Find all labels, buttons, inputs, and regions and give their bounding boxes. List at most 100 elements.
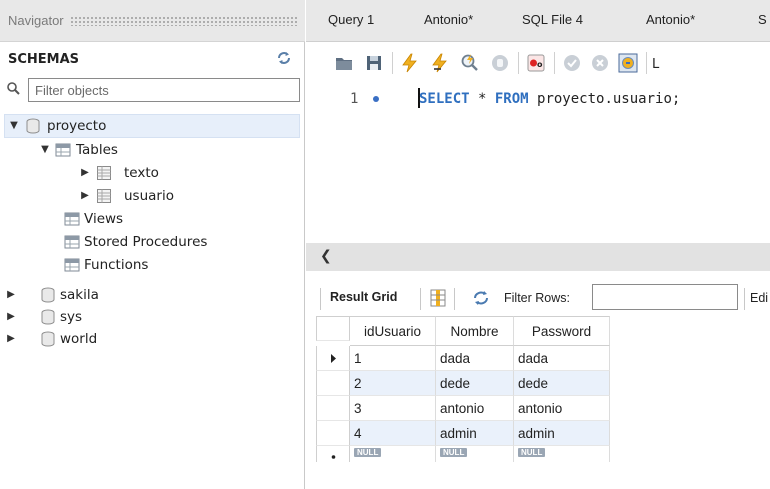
tree-item-proyecto[interactable]: ▼ proyecto xyxy=(4,114,300,138)
search-icon xyxy=(6,80,22,98)
refresh-icon[interactable] xyxy=(276,50,292,66)
navigator-title: Navigator xyxy=(8,13,64,28)
tab-query-1[interactable]: Query 1 xyxy=(328,12,374,27)
table-icon xyxy=(96,188,112,204)
table-icon xyxy=(96,165,112,181)
table-cell[interactable]: 4 xyxy=(350,421,436,446)
tab-antonio-2[interactable]: Antonio* xyxy=(646,12,695,27)
table-cell[interactable]: antonio xyxy=(514,396,610,421)
toggle-error-icon[interactable]: o xyxy=(526,53,546,73)
rollback-icon[interactable] xyxy=(590,53,610,73)
horizontal-scrollbar[interactable]: ❮ xyxy=(306,243,770,271)
stop-icon[interactable] xyxy=(490,53,510,73)
svg-text:L: L xyxy=(652,57,660,72)
sql-editor[interactable]: 1 SELECT * FROM proyecto.usuario; xyxy=(306,82,770,242)
tree-item-label: texto xyxy=(124,165,159,181)
row-marker-header xyxy=(316,316,350,341)
collapse-arrow-icon[interactable]: ▼ xyxy=(40,139,50,161)
keyword-from: FROM xyxy=(494,91,529,107)
expand-arrow-icon[interactable]: ▶ xyxy=(6,328,16,350)
svg-text:o: o xyxy=(537,60,543,69)
line-number: 1 xyxy=(350,91,359,107)
table-cell[interactable]: dede xyxy=(514,371,610,396)
database-icon xyxy=(40,309,56,325)
result-grid-label[interactable]: Result Grid xyxy=(330,290,397,304)
commit-icon[interactable] xyxy=(562,53,582,73)
limit-icon[interactable]: L xyxy=(652,53,666,73)
tree-item-tables[interactable]: ▼ Tables xyxy=(0,139,300,161)
database-icon xyxy=(25,118,41,134)
schemas-label: SCHEMAS xyxy=(8,52,80,67)
table-cell[interactable]: admin xyxy=(436,421,514,446)
tree-item-views[interactable]: Views xyxy=(0,208,300,230)
execute-current-icon[interactable] xyxy=(430,53,450,73)
filter-objects xyxy=(6,76,300,104)
tree-item-texto[interactable]: ▶ texto xyxy=(0,162,300,184)
table-cell[interactable]: antonio xyxy=(436,396,514,421)
row-marker[interactable] xyxy=(316,371,350,396)
keyword-select: SELECT xyxy=(419,91,470,107)
explain-icon[interactable] xyxy=(460,53,480,73)
tree-item-sys[interactable]: ▶ sys xyxy=(0,306,300,328)
expand-arrow-icon[interactable]: ▶ xyxy=(80,185,90,207)
tree-item-label: Tables xyxy=(76,142,118,158)
tab-overflow[interactable]: S xyxy=(758,12,767,27)
tree-item-label: world xyxy=(60,331,98,347)
table-cell[interactable]: 2 xyxy=(350,371,436,396)
expand-arrow-icon[interactable]: ▶ xyxy=(6,306,16,328)
null-cell[interactable]: NULL xyxy=(350,446,436,462)
database-icon xyxy=(40,287,56,303)
tree-item-functions[interactable]: Functions xyxy=(0,254,300,276)
table-reference: proyecto.usuario; xyxy=(528,91,681,107)
refresh-results-icon[interactable] xyxy=(472,290,490,306)
database-icon xyxy=(40,331,56,347)
tab-antonio-1[interactable]: Antonio* xyxy=(424,12,473,27)
new-row-marker[interactable] xyxy=(316,446,350,462)
tree-item-label: sakila xyxy=(60,287,99,303)
open-folder-icon[interactable] xyxy=(334,53,354,73)
column-header-password[interactable]: Password xyxy=(514,316,610,346)
procedures-folder-icon xyxy=(64,234,80,250)
autocommit-icon[interactable] xyxy=(618,53,638,73)
tree-item-usuario[interactable]: ▶ usuario xyxy=(0,185,300,207)
row-marker[interactable] xyxy=(316,396,350,421)
tree-item-world[interactable]: ▶ world xyxy=(0,328,300,350)
row-marker[interactable] xyxy=(316,346,350,371)
table-cell[interactable]: 3 xyxy=(350,396,436,421)
column-header-nombre[interactable]: Nombre xyxy=(436,316,514,346)
expand-arrow-icon[interactable]: ▶ xyxy=(6,284,16,306)
save-icon[interactable] xyxy=(364,53,384,73)
scroll-left-icon[interactable]: ❮ xyxy=(320,248,332,264)
result-toolbar: Result Grid Filter Rows: Edi xyxy=(306,280,770,316)
null-cell[interactable]: NULL xyxy=(436,446,514,462)
expand-arrow-icon[interactable]: ▶ xyxy=(80,162,90,184)
execute-icon[interactable] xyxy=(400,53,420,73)
panel-grip-handle[interactable] xyxy=(70,16,298,26)
grid-view-icon[interactable] xyxy=(430,289,446,307)
functions-folder-icon xyxy=(64,257,80,273)
table-cell[interactable]: admin xyxy=(514,421,610,446)
table-cell[interactable]: dede xyxy=(436,371,514,396)
table-cell[interactable]: dada xyxy=(436,346,514,371)
statement-marker-icon xyxy=(373,96,379,102)
table-cell[interactable]: 1 xyxy=(350,346,436,371)
filter-rows-label: Filter Rows: xyxy=(504,291,570,305)
filter-rows-input[interactable] xyxy=(592,284,738,310)
row-marker[interactable] xyxy=(316,421,350,446)
schemas-bar: SCHEMAS xyxy=(0,42,305,76)
tree-item-sakila[interactable]: ▶ sakila xyxy=(0,284,300,306)
tree-item-label: Stored Procedures xyxy=(84,234,208,250)
tab-sql-file-4[interactable]: SQL File 4 xyxy=(522,12,583,27)
column-header-idusuario[interactable]: idUsuario xyxy=(350,316,436,346)
select-star: * xyxy=(469,91,495,107)
tree-item-label: usuario xyxy=(124,188,174,204)
edit-label[interactable]: Edi xyxy=(750,291,768,305)
collapse-arrow-icon[interactable]: ▼ xyxy=(9,115,19,137)
filter-objects-input[interactable] xyxy=(28,78,300,102)
table-cell[interactable]: dada xyxy=(514,346,610,371)
views-folder-icon xyxy=(64,211,80,227)
null-cell[interactable]: NULL xyxy=(514,446,610,462)
tree-item-label: Views xyxy=(84,211,124,227)
query-tabs: Query 1 Antonio* SQL File 4 Antonio* S xyxy=(306,0,770,42)
tree-item-stored-procedures[interactable]: Stored Procedures xyxy=(0,231,300,253)
